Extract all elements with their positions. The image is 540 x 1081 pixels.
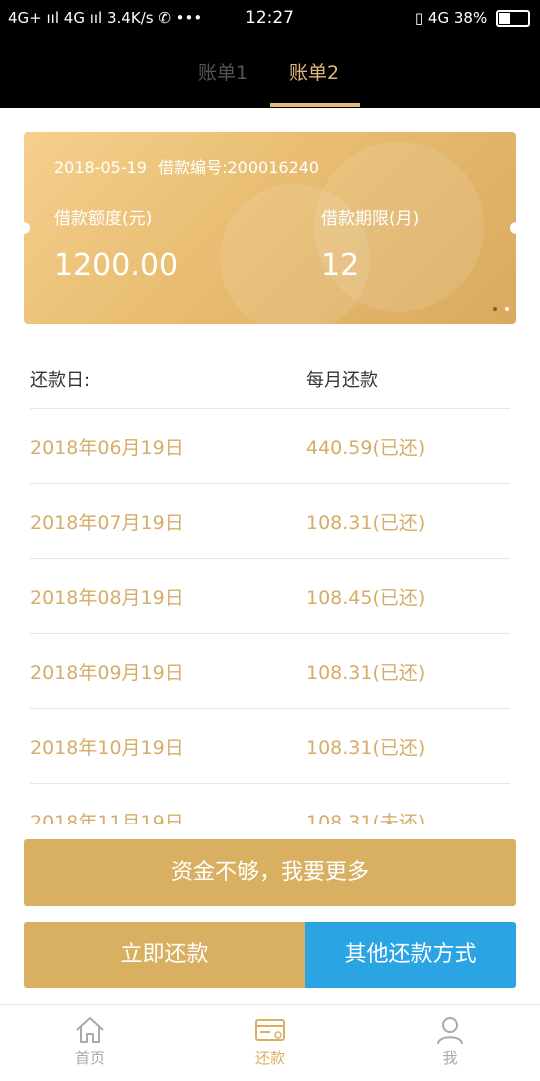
- network-right-icon: ▯ 4G: [414, 9, 450, 27]
- network-speed: 3.4K/s: [107, 9, 154, 27]
- status-bar: 4G+ ııl 4G ııl 3.4K/s ✆ ••• 12:27 ▯ 4G 3…: [0, 0, 540, 36]
- repayment-amount: 440.59(已还): [306, 437, 426, 459]
- repayment-table-header: 还款日: 每月还款: [30, 366, 510, 392]
- need-more-funds-button[interactable]: 资金不够，我要更多: [24, 839, 516, 906]
- bottom-nav: 首页 还款 我: [0, 1004, 540, 1081]
- nav-home[interactable]: 首页: [40, 1015, 140, 1068]
- repayment-amount: 108.45(已还): [306, 587, 426, 609]
- table-row: 2018年06月19日 440.59(已还): [30, 408, 510, 483]
- clock: 12:27: [245, 8, 294, 28]
- nav-me[interactable]: 我: [400, 1015, 500, 1068]
- card-page-dot: [505, 307, 509, 311]
- loan-number: 200016240: [227, 158, 320, 177]
- repayment-amount: 108.31(已还): [306, 512, 426, 534]
- card-notch-right: [510, 222, 516, 234]
- repayment-date: 2018年11月19日: [30, 812, 184, 824]
- card-notch-left: [24, 222, 30, 234]
- repayment-amount: 108.31(已还): [306, 662, 426, 684]
- table-row: 2018年08月19日 108.45(已还): [30, 558, 510, 633]
- repayment-amount: 108.31(未还): [306, 812, 426, 824]
- repayment-date: 2018年09月19日: [30, 662, 184, 684]
- loan-card[interactable]: 2018-05-19 借款编号:200016240 借款额度(元) 1200.0…: [24, 132, 516, 324]
- card-page-dot-active: [493, 307, 497, 311]
- col-header-amount: 每月还款: [306, 370, 378, 391]
- repayment-date: 2018年07月19日: [30, 512, 184, 534]
- user-icon: [437, 1017, 463, 1045]
- battery-percent: 38%: [453, 9, 488, 27]
- loan-number-label: 借款编号:: [158, 158, 228, 177]
- signal-indicator: 4G+ ııl 4G ııl: [8, 9, 103, 27]
- battery-icon: [496, 10, 530, 27]
- repayment-date: 2018年06月19日: [30, 437, 184, 459]
- nav-repay[interactable]: 还款: [220, 1015, 320, 1068]
- network-status: 4G+ ııl 4G ııl 3.4K/s ✆ •••: [8, 9, 202, 27]
- card-icon: [255, 1019, 285, 1041]
- loan-date: 2018-05-19: [54, 158, 147, 177]
- tab-bill-2[interactable]: 账单2: [289, 58, 339, 85]
- repayment-list[interactable]: 2018年06月19日 440.59(已还) 2018年07月19日 108.3…: [30, 408, 510, 824]
- nav-home-label: 首页: [74, 1049, 105, 1067]
- loan-amount: 1200.00: [54, 248, 179, 283]
- table-row: 2018年09月19日 108.31(已还): [30, 633, 510, 708]
- repayment-amount: 108.31(已还): [306, 737, 426, 759]
- loan-amount-label: 借款额度(元): [54, 209, 153, 229]
- loan-term-label: 借款期限(月): [321, 209, 420, 229]
- tab-bill-1[interactable]: 账单1: [198, 58, 248, 85]
- call-icon: ✆ •••: [158, 9, 203, 27]
- table-row: 2018年10月19日 108.31(已还): [30, 708, 510, 783]
- repayment-date: 2018年08月19日: [30, 587, 184, 609]
- table-row: 2018年11月19日 108.31(未还): [30, 783, 510, 824]
- col-header-date: 还款日:: [30, 370, 91, 391]
- device-status: ▯ 4G 38%: [415, 9, 530, 27]
- nav-repay-label: 还款: [254, 1049, 285, 1067]
- loan-info-line: 2018-05-19 借款编号:200016240: [54, 154, 319, 178]
- home-icon: [76, 1017, 104, 1043]
- other-repayment-button[interactable]: 其他还款方式: [305, 922, 516, 988]
- active-tab-indicator: [270, 103, 360, 107]
- loan-term: 12: [321, 248, 360, 283]
- repay-now-button[interactable]: 立即还款: [24, 922, 305, 988]
- nav-me-label: 我: [442, 1049, 458, 1067]
- repayment-date: 2018年10月19日: [30, 737, 184, 759]
- bill-tab-bar: 账单1 账单2: [0, 36, 540, 108]
- table-row: 2018年07月19日 108.31(已还): [30, 483, 510, 558]
